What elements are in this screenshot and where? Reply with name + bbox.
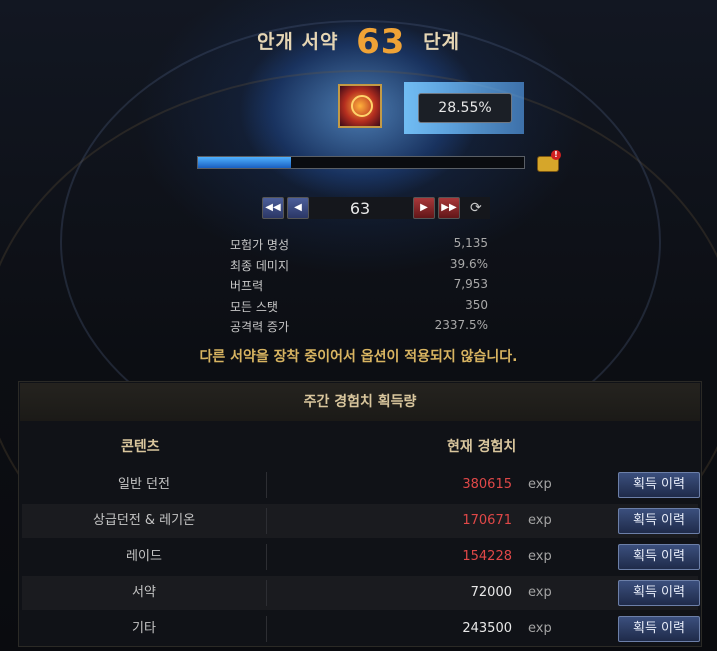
- column-divider: [266, 616, 267, 642]
- stat-value: 2337.5%: [434, 318, 488, 332]
- history-button[interactable]: 획득 이력: [618, 580, 700, 606]
- prev-level-button[interactable]: ◀: [287, 197, 309, 219]
- history-button[interactable]: 획득 이력: [618, 544, 700, 570]
- table-row: 레이드 154228 exp 획득 이력: [22, 540, 700, 574]
- level-number: 63: [356, 22, 406, 62]
- stat-value: 39.6%: [449, 256, 488, 271]
- stat-label: 최종 데미지: [230, 258, 290, 273]
- oath-emblem-icon[interactable]: [338, 84, 382, 128]
- row-exp-unit: exp: [528, 477, 552, 492]
- stat-label: 버프력: [230, 279, 264, 293]
- rewind-icon: ◀◀: [265, 202, 281, 213]
- last-level-button[interactable]: ▶▶: [438, 197, 460, 219]
- page-title: 안개 서약 63 단계: [0, 22, 717, 62]
- nav-level-number: 63: [349, 199, 371, 218]
- row-name: 서약: [132, 585, 156, 600]
- row-name: 기타: [132, 621, 156, 636]
- stat-row: 최종 데미지 39.6%: [230, 257, 488, 278]
- stat-value: 7,953: [453, 277, 488, 291]
- next-icon: ▶: [420, 202, 428, 213]
- row-exp-value: 380615: [462, 477, 512, 492]
- table-row: 기타 243500 exp 획득 이력: [22, 612, 700, 646]
- table-row: 상급던전 & 레기온 170671 exp 획득 이력: [22, 504, 700, 538]
- row-exp-value: 154228: [462, 549, 512, 564]
- history-button[interactable]: 획득 이력: [618, 508, 700, 534]
- table-row: 서약 72000 exp 획득 이력: [22, 576, 700, 610]
- stat-label: 모든 스탯: [230, 299, 278, 314]
- progress-percent: 28.55%: [418, 93, 512, 123]
- prev-icon: ◀: [294, 202, 302, 213]
- column-divider: [266, 508, 267, 534]
- stat-row: 버프력 7,953: [230, 277, 488, 298]
- stat-row: 모든 스탯 350: [230, 298, 488, 319]
- alert-badge-icon: !: [551, 150, 561, 160]
- column-divider: [266, 580, 267, 606]
- row-exp-unit: exp: [528, 621, 552, 636]
- column-divider: [266, 544, 267, 570]
- stat-value: 5,135: [453, 236, 488, 250]
- refresh-icon[interactable]: ⟳: [470, 200, 482, 216]
- stat-label: 공격력 증가: [230, 320, 290, 334]
- row-exp-unit: exp: [528, 585, 552, 600]
- table-row: 일반 던전 380615 exp 획득 이력: [22, 468, 700, 502]
- reward-chest-icon[interactable]: !: [537, 150, 561, 172]
- row-exp-value: 72000: [470, 585, 512, 600]
- row-exp-unit: exp: [528, 513, 552, 528]
- column-divider: [266, 472, 267, 498]
- title-suffix: 단계: [423, 31, 461, 53]
- history-button[interactable]: 획득 이력: [618, 472, 700, 498]
- stat-label: 모험가 명성: [230, 238, 290, 252]
- row-name: 레이드: [126, 549, 162, 564]
- title-prefix: 안개 서약: [256, 31, 339, 53]
- history-button[interactable]: 획득 이력: [618, 616, 700, 642]
- stat-row: 모험가 명성 5,135: [230, 236, 488, 257]
- stat-value: 350: [465, 297, 488, 312]
- weekly-exp-panel: 주간 경험치 획득량 콘텐츠 현재 경험치 일반 던전 380615 exp 획…: [18, 381, 702, 647]
- fast-forward-icon: ▶▶: [441, 202, 457, 213]
- panel-title: 주간 경험치 획득량: [20, 383, 700, 421]
- row-name: 일반 던전: [118, 477, 170, 492]
- column-header-content: 콘텐츠: [121, 439, 160, 455]
- row-exp-value: 243500: [462, 621, 512, 636]
- progress-bar-fill: [198, 157, 292, 168]
- stat-row: 공격력 증가 2337.5%: [230, 318, 488, 339]
- row-name: 상급던전 & 레기온: [92, 513, 196, 528]
- row-exp-value: 170671: [462, 513, 512, 528]
- progress-bar: [197, 156, 525, 169]
- stats-list: 모험가 명성 5,135 최종 데미지 39.6% 버프력 7,953 모든 스탯 35…: [230, 236, 488, 339]
- first-level-button[interactable]: ◀◀: [262, 197, 284, 219]
- next-level-button[interactable]: ▶: [413, 197, 435, 219]
- notice-text: 다른 서약을 장착 중이어서 옵션이 적용되지 않습니다.: [199, 349, 518, 365]
- row-exp-unit: exp: [528, 549, 552, 564]
- column-header-exp: 현재 경험치: [447, 439, 517, 455]
